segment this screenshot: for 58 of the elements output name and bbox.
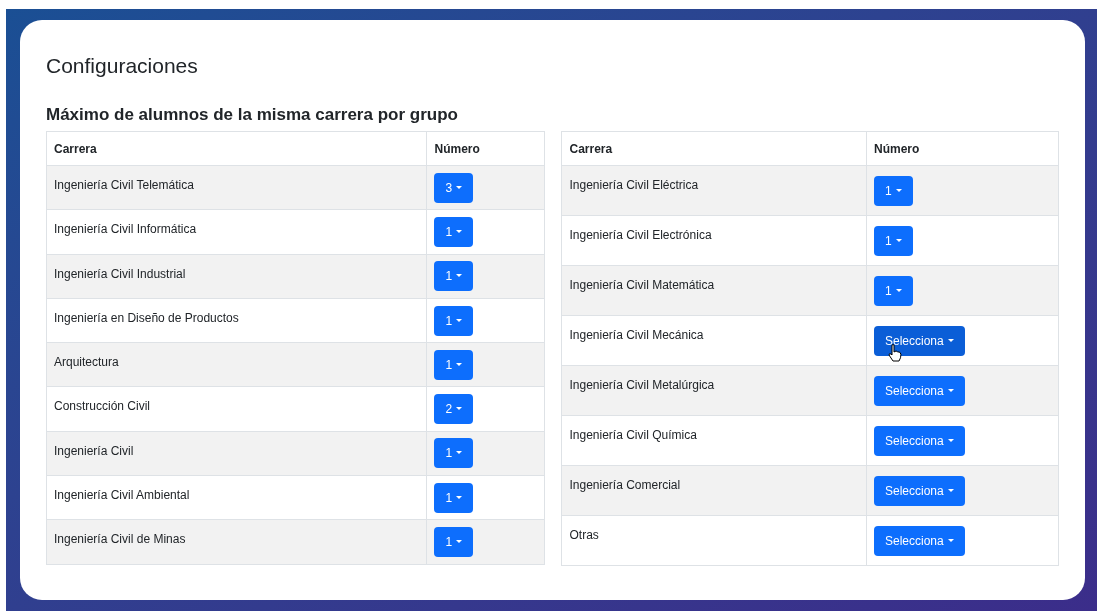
page-title: Configuraciones <box>46 53 199 79</box>
caret-icon <box>456 274 463 279</box>
table-cell: Ingeniería Civil Industrial <box>54 266 186 281</box>
caret-icon <box>456 540 463 544</box>
table-cell: Ingeniería Civil Telemática <box>54 178 194 192</box>
table-cell: Ingeniería Civil Mecánica <box>569 328 704 342</box>
table-cell: Ingeniería Civil Ambiental <box>54 488 190 503</box>
column-header: Número <box>434 141 480 156</box>
section-title: Máximo de alumnos de la misma carrera por grupo <box>46 103 459 126</box>
dropdown-button[interactable]: 1 <box>434 438 474 469</box>
caret-icon <box>895 288 902 293</box>
caret-icon <box>456 451 463 456</box>
dropdown-button[interactable]: 1 <box>874 175 913 206</box>
table-cell: Ingeniería Civil Eléctrica <box>569 178 699 192</box>
table-cell: Ingeniería Civil Química <box>569 428 697 442</box>
table-cell: Ingeniería Civil <box>54 443 134 458</box>
caret-icon <box>947 438 954 443</box>
dropdown-button[interactable]: 1 <box>434 482 474 513</box>
dropdown-button[interactable]: 2 <box>434 394 474 425</box>
caret-icon <box>895 188 902 193</box>
caret-icon <box>947 388 954 393</box>
dropdown-button[interactable]: 1 <box>874 275 913 306</box>
table-cell: Ingeniería Civil Metalúrgica <box>569 378 715 392</box>
caret-icon <box>895 238 902 243</box>
column-header: Número <box>874 141 920 156</box>
dropdown-button[interactable]: Selecciona <box>874 475 965 506</box>
dropdown-button[interactable]: 3 <box>434 172 474 203</box>
caret-icon <box>456 185 463 190</box>
dropdown-button[interactable]: Selecciona <box>874 525 965 556</box>
dropdown-button[interactable]: 1 <box>434 261 474 292</box>
column-header: Carrera <box>569 141 613 156</box>
dropdown-button[interactable]: 1 <box>874 225 913 256</box>
caret-icon <box>947 538 954 543</box>
table-cell: Otras <box>569 528 599 542</box>
table-cell: Ingeniería en Diseño de Productos <box>54 310 239 325</box>
caret-icon <box>456 318 463 323</box>
caret-icon <box>947 338 954 343</box>
dropdown-button[interactable]: 1 <box>434 305 474 336</box>
dropdown-button[interactable]: Selecciona <box>874 425 965 456</box>
dropdown-button[interactable]: Selecciona <box>874 325 965 356</box>
caret-icon <box>947 488 954 493</box>
column-header: Carrera <box>54 141 97 156</box>
caret-icon <box>456 229 463 234</box>
table-cell: Ingeniería Civil Informática <box>54 222 197 237</box>
table-cell: Ingeniería Civil de Minas <box>54 532 186 547</box>
hand-cursor-icon <box>888 343 902 362</box>
caret-icon <box>456 407 463 412</box>
dropdown-button[interactable]: Selecciona <box>874 375 965 406</box>
caret-icon <box>456 495 463 500</box>
table-cell: Construcción Civil <box>54 399 151 414</box>
dropdown-button[interactable]: 1 <box>434 527 474 557</box>
dropdown-button[interactable]: 1 <box>434 349 474 380</box>
table-cell: Arquitectura <box>54 355 119 370</box>
table-cell: Ingeniería Comercial <box>569 478 681 492</box>
dropdown-button[interactable]: 1 <box>434 216 474 247</box>
caret-icon <box>456 362 463 367</box>
table-cell: Ingeniería Civil Electrónica <box>569 228 712 242</box>
table-cell: Ingeniería Civil Matemática <box>569 278 715 292</box>
